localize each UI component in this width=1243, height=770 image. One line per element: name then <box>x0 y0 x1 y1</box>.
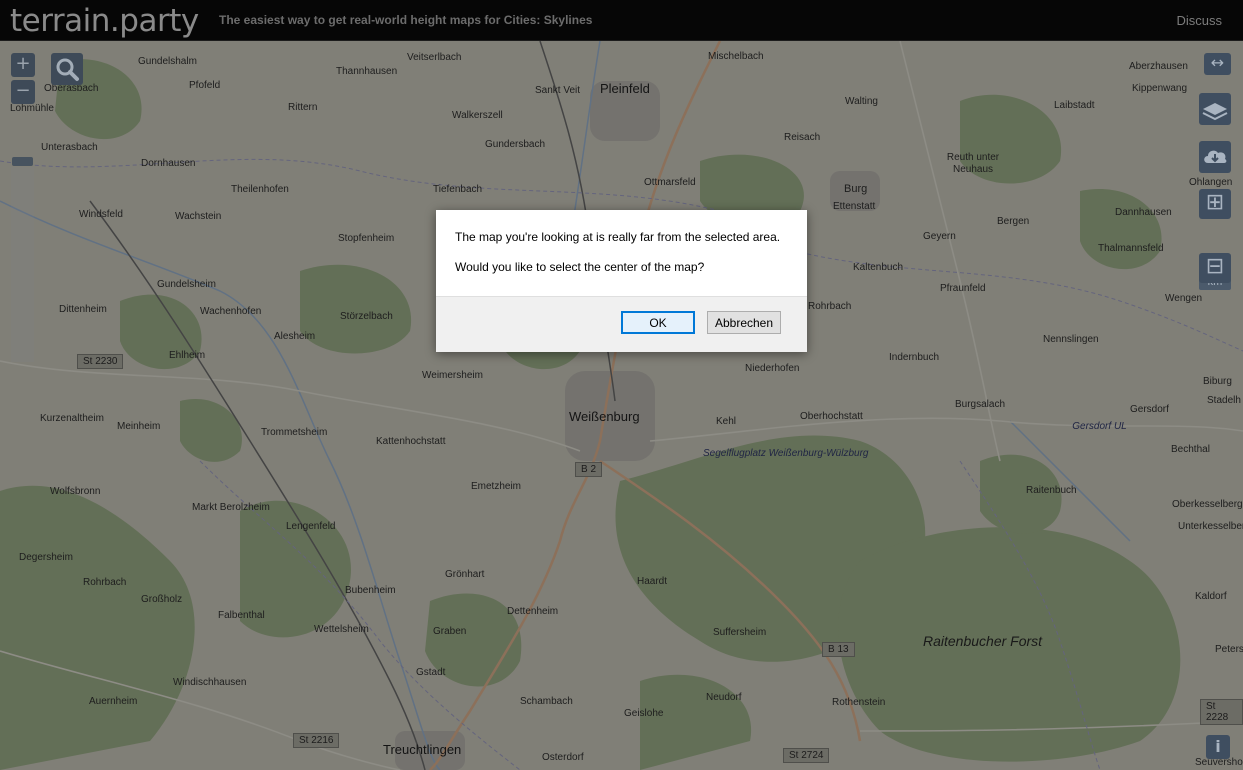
dialog-body: The map you're looking at is really far … <box>436 210 807 296</box>
ok-button[interactable]: OK <box>621 311 695 334</box>
zoom-in-button[interactable]: + <box>11 53 35 77</box>
zoom-slider-handle[interactable] <box>12 157 33 166</box>
zoom-slider-track[interactable] <box>11 167 34 362</box>
modal-overlay <box>0 41 1243 770</box>
top-bar: terrain.party The easiest way to get rea… <box>0 0 1243 41</box>
dialog-message: The map you're looking at is really far … <box>455 230 781 244</box>
dialog-footer: OK Abbrechen <box>436 296 807 352</box>
discuss-link[interactable]: Discuss <box>1176 13 1222 28</box>
site-tagline: The easiest way to get real-world height… <box>219 13 593 27</box>
zoom-out-button[interactable]: − <box>11 80 35 104</box>
confirm-dialog: The map you're looking at is really far … <box>436 210 807 352</box>
layers-button[interactable] <box>1199 93 1231 125</box>
search-button[interactable] <box>51 53 83 85</box>
horizontal-arrows-icon: ↔ <box>1210 53 1225 72</box>
info-icon: i <box>1215 737 1221 756</box>
layers-icon <box>1202 103 1228 121</box>
search-icon <box>56 58 79 81</box>
minus-square-icon: ⊟ <box>1205 254 1225 279</box>
dialog-question: Would you like to select the center of t… <box>455 260 705 274</box>
plus-square-icon: ⊞ <box>1205 190 1225 215</box>
download-button[interactable] <box>1199 141 1231 173</box>
resize-button[interactable]: ↔ <box>1204 53 1231 75</box>
cancel-button[interactable]: Abbrechen <box>707 311 781 334</box>
cloud-download-icon <box>1204 150 1227 163</box>
site-logo[interactable]: terrain.party <box>10 3 199 39</box>
info-button[interactable]: i <box>1206 735 1230 759</box>
enlarge-area-button[interactable]: ⊞ <box>1199 189 1231 219</box>
map-view[interactable]: Gundelshalm Thannhausen Veitserlbach Ple… <box>0 41 1243 770</box>
shrink-area-button[interactable]: ⊟ <box>1199 253 1231 283</box>
